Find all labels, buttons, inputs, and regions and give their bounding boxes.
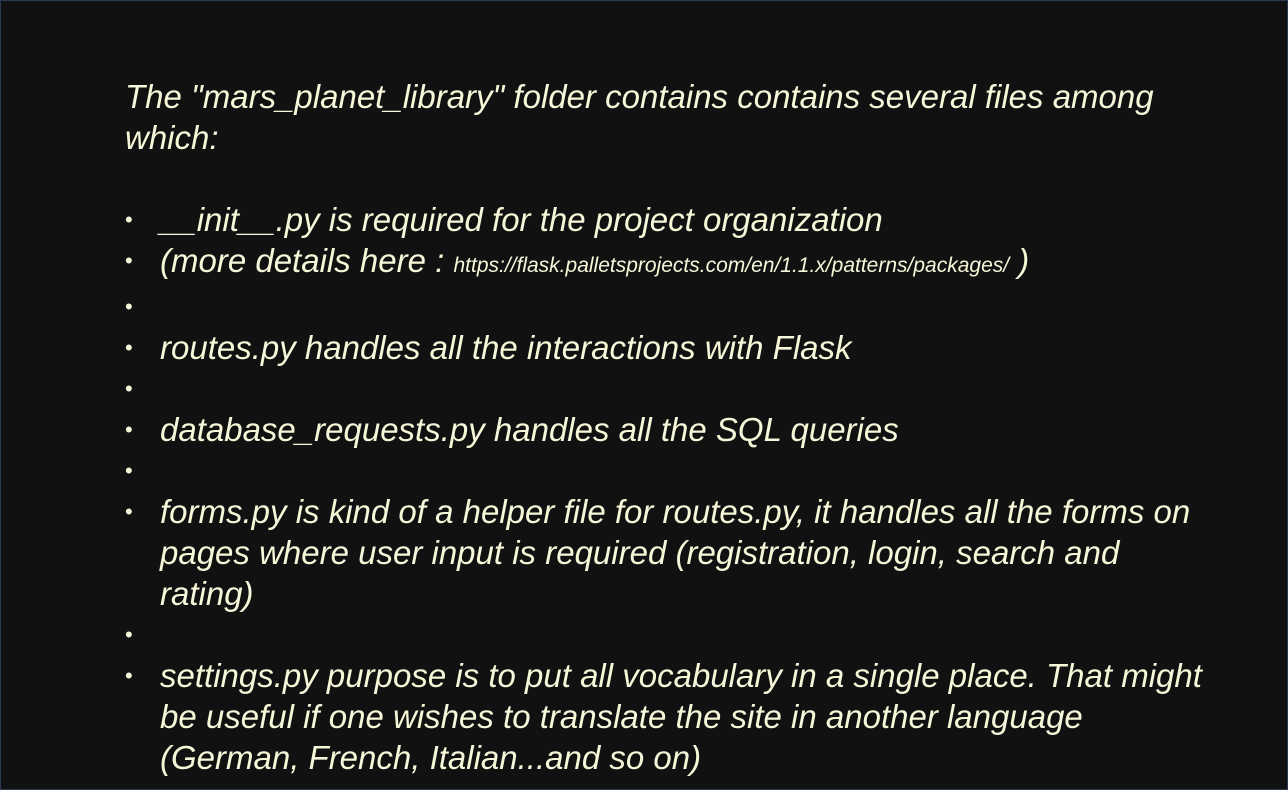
list-item-more-details: • (more details here : https://flask.pal… xyxy=(125,240,1205,286)
bullet-icon: • xyxy=(125,207,133,232)
list-item-text: forms.py is kind of a helper file for ro… xyxy=(160,493,1191,612)
bullet-icon: • xyxy=(125,622,133,647)
bullet-icon: • xyxy=(125,335,133,360)
bullet-icon: • xyxy=(125,417,133,442)
intro-paragraph: The "mars_planet_library" folder contain… xyxy=(125,78,1154,156)
bullet-icon: • xyxy=(125,248,133,273)
list-item-empty: • xyxy=(125,286,1205,327)
bullet-icon: • xyxy=(125,499,133,524)
more-details-prefix: (more details here : xyxy=(160,242,454,279)
file-list: • __init__.py is required for the projec… xyxy=(125,199,1205,778)
list-item-forms: • forms.py is kind of a helper file for … xyxy=(125,491,1205,614)
bullet-icon: • xyxy=(125,458,133,483)
slide: The "mars_planet_library" folder contain… xyxy=(0,0,1288,790)
list-item-database-requests: • database_requests.py handles all the S… xyxy=(125,409,1205,450)
list-item-text: __init__.py is required for the project … xyxy=(160,201,883,238)
bullet-icon: • xyxy=(125,294,133,319)
list-item-text: database_requests.py handles all the SQL… xyxy=(160,411,899,448)
list-item-empty: • xyxy=(125,368,1205,409)
list-item-routes: • routes.py handles all the interactions… xyxy=(125,327,1205,368)
list-item-empty: • xyxy=(125,450,1205,491)
bullet-icon: • xyxy=(125,663,133,688)
flask-packages-link[interactable]: https://flask.palletsprojects.com/en/1.1… xyxy=(453,254,1009,277)
list-item-settings: • settings.py purpose is to put all voca… xyxy=(125,655,1205,778)
list-item-init: • __init__.py is required for the projec… xyxy=(125,199,1205,240)
list-item-text: routes.py handles all the interactions w… xyxy=(160,329,852,366)
bullet-icon: • xyxy=(125,376,133,401)
list-item-text: settings.py purpose is to put all vocabu… xyxy=(160,657,1202,776)
list-item-empty: • xyxy=(125,614,1205,655)
more-details-suffix: ) xyxy=(1009,242,1030,279)
